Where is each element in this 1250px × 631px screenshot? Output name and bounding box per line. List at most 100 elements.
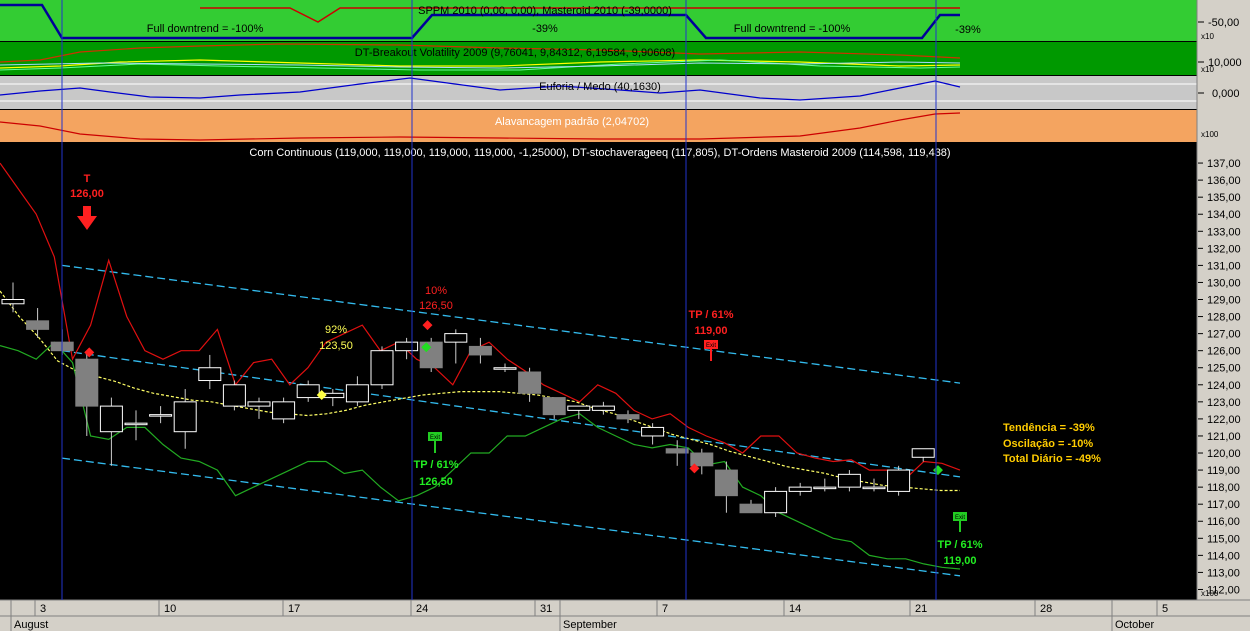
price-tick-label: 130,00 [1207,277,1241,289]
price-tick-label: 113,00 [1207,567,1240,579]
candle-body-up [887,469,911,492]
candle-body-down [518,371,542,394]
tp-low2-price: 119,00 [943,555,976,567]
price-tick-label: 120,00 [1207,448,1241,460]
candle-body-up [198,367,222,382]
candle [419,337,443,372]
month-label: October [1115,619,1154,631]
sell-signal-price: 126,00 [70,188,104,200]
price-tick-label: 133,00 [1207,226,1241,238]
candle-body-up [493,367,517,370]
sppm-left-label: Full downtrend = -100% [147,23,264,35]
candle-body-up [272,401,296,420]
date-tick-label: 31 [540,603,552,615]
alavancagem-axis-multiplier: x100 [1201,130,1219,139]
sppm-edge-label: -39% [955,24,981,36]
candle-body-down [542,397,566,416]
price-tick-label: 116,00 [1207,516,1240,528]
sppm-title: SPPM 2010 (0,00, 0,00), Masteroid 2010 (… [418,5,672,17]
price-tick-label: 136,00 [1207,175,1241,187]
tp-low1-label: TP / 61% [413,459,458,471]
price-axis-multiplier: x100 [1201,589,1219,598]
sppm-axis-value: -50,00 [1208,17,1239,29]
date-tick-label: 28 [1040,603,1052,615]
stat-oscilacao: Oscilação = -10% [1003,438,1093,450]
euforia-title: Euforia / Medo (40,1630) [539,81,661,93]
candle [272,397,296,424]
candle-body-up [591,405,615,411]
candle-body-down [665,448,689,454]
main-title: Corn Continuous (119,000, 119,000, 119,0… [249,147,950,159]
price-tick-label: 122,00 [1207,414,1241,426]
date-tick-label: 14 [789,603,801,615]
candle-body-up [222,384,246,407]
candle-body-up [862,486,886,490]
euforia-axis-value: 0,000 [1212,88,1240,100]
price-tick-label: 121,00 [1207,431,1241,443]
svg-text:Exit: Exit [430,435,440,441]
price-tick-label: 125,00 [1207,363,1241,375]
candle-body-up [99,405,123,433]
price-tick-label: 119,00 [1207,465,1240,477]
sppm-axis-multiplier: x10 [1201,32,1214,41]
candle-body-down [739,503,763,514]
candle-body-up [641,426,665,437]
date-tick-label: 17 [288,603,300,615]
price-tick-label: 117,00 [1207,499,1240,511]
candle-body-up [124,422,148,426]
price-tick-label: 128,00 [1207,312,1241,324]
time-axis: 3 10 17 24 31 7 14 21 28 5 August September October [0,599,1250,631]
tp-high-price: 119,00 [694,325,727,337]
month-label: September [563,619,617,631]
candle [370,346,394,390]
volatility-title: DT-Breakout Volatility 2009 (9,76041, 9,… [355,47,675,59]
candle [887,465,911,496]
pct2-price: 126,50 [419,300,453,312]
pct1-price: 123,50 [319,340,353,352]
svg-text:Exit: Exit [706,343,716,349]
volatility-axis-multiplier: x10 [1201,65,1214,74]
price-tick-label: 132,00 [1207,243,1241,255]
chart-window: SPPM 2010 (0,00, 0,00), Masteroid 2010 (… [0,0,1250,631]
date-tick-label: 10 [164,603,176,615]
price-tick-label: 124,00 [1207,380,1241,392]
candle-body-down [616,414,640,420]
price-tick-label: 127,00 [1207,329,1241,341]
candle-body-up [370,350,394,386]
tp-high-label: TP / 61% [688,309,733,321]
price-tick-label: 135,00 [1207,192,1241,204]
stat-total-diario: Total Diário = -49% [1003,453,1101,465]
candle-body-up [911,448,935,458]
candle-body-up [149,414,173,417]
date-tick-label: 7 [662,603,668,615]
stat-tendencia: Tendência = -39% [1003,422,1095,434]
euforia-panel: Euforia / Medo (40,1630) [0,76,1197,109]
pct2-label: 10% [425,285,447,297]
price-tick-label: 114,00 [1207,550,1240,562]
candle [764,487,788,517]
candle-body-up [395,341,419,352]
pct1-label: 92% [325,324,347,336]
price-tick-label: 118,00 [1207,482,1240,494]
month-label: August [14,619,48,631]
date-tick-label: 5 [1162,603,1168,615]
main-panel: Corn Continuous (119,000, 119,000, 119,0… [0,143,1197,599]
candle-body-up [788,486,812,492]
candle-body-down [468,345,492,356]
alavancagem-panel: Alavancagem padrão (2,04702) [0,110,1197,142]
candle-body-up [567,405,591,411]
candle-body-up [837,473,861,488]
price-tick-label: 115,00 [1207,533,1240,545]
tp-low2-label: TP / 61% [937,539,982,551]
price-tick-label: 126,00 [1207,346,1241,358]
candle-body-up [813,486,837,490]
candle-body-down [75,358,99,407]
candle-body-up [296,384,320,399]
price-tick-label: 129,00 [1207,295,1241,307]
svg-text:Exit: Exit [955,515,965,521]
date-tick-label: 24 [416,603,428,615]
candle [222,380,246,411]
date-tick-label: 3 [40,603,46,615]
main-panel-background [0,143,1197,599]
sppm-right-label: Full downtrend = -100% [734,23,851,35]
